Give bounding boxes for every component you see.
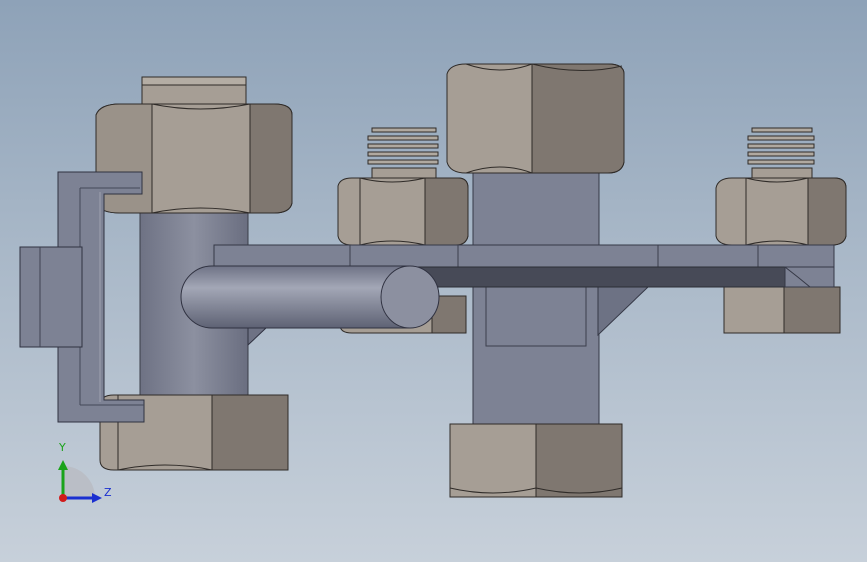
right-thread	[747, 127, 815, 179]
dark-strap	[404, 266, 786, 288]
y-axis-label: Y	[59, 441, 66, 454]
left-top-hex-nut	[95, 103, 293, 214]
left-bolt-top-cap	[141, 76, 247, 106]
center-bottom-hex-nut	[449, 423, 623, 498]
rod-end-face	[380, 265, 440, 329]
bolt-clamp-assembly[interactable]	[0, 0, 867, 562]
middle-left-hex-nut	[337, 177, 469, 246]
center-top-hex-nut	[446, 63, 625, 174]
center-gusset	[597, 286, 650, 337]
right-threaded-stud	[715, 127, 847, 334]
middle-left-thread	[367, 127, 439, 179]
right-lower-nut	[723, 286, 841, 334]
z-axis-label: Z	[104, 486, 112, 499]
left-side-block	[19, 246, 83, 348]
top-plate	[213, 244, 835, 268]
origin-dot	[59, 494, 67, 502]
center-bolt-body	[472, 171, 600, 425]
right-hex-nut	[715, 177, 847, 246]
coordinate-triad-icon	[58, 460, 102, 503]
cad-model-viewport[interactable]: Y Z	[0, 0, 867, 562]
